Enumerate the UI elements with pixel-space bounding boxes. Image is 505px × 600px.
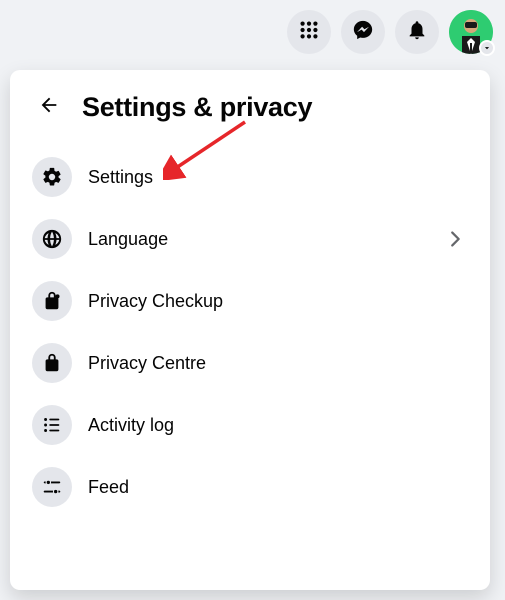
lock-heart-icon xyxy=(32,281,72,321)
bell-icon xyxy=(406,19,428,46)
panel-header: Settings & privacy xyxy=(24,88,476,126)
menu-item-privacy-checkup[interactable]: Privacy Checkup xyxy=(24,270,476,332)
lock-icon xyxy=(32,343,72,383)
list-icon xyxy=(32,405,72,445)
globe-icon xyxy=(32,219,72,259)
grid-icon xyxy=(298,19,320,46)
menu-label: Settings xyxy=(88,167,468,188)
menu-apps-button[interactable] xyxy=(287,10,331,54)
chevron-down-icon xyxy=(479,40,495,56)
messenger-icon xyxy=(352,19,374,46)
menu-list: Settings Language Privacy Checkup Privac… xyxy=(24,146,476,518)
chevron-right-icon xyxy=(442,228,468,250)
gear-icon xyxy=(32,157,72,197)
menu-label: Activity log xyxy=(88,415,468,436)
messenger-button[interactable] xyxy=(341,10,385,54)
menu-label: Language xyxy=(88,229,426,250)
arrow-left-icon xyxy=(38,94,60,121)
topbar xyxy=(287,10,493,54)
settings-privacy-panel: Settings & privacy Settings Language Pri… xyxy=(10,70,490,590)
menu-item-privacy-centre[interactable]: Privacy Centre xyxy=(24,332,476,394)
back-button[interactable] xyxy=(30,88,68,126)
menu-item-feed[interactable]: Feed xyxy=(24,456,476,518)
sliders-icon xyxy=(32,467,72,507)
menu-label: Privacy Centre xyxy=(88,353,468,374)
menu-label: Feed xyxy=(88,477,468,498)
notifications-button[interactable] xyxy=(395,10,439,54)
menu-item-activity-log[interactable]: Activity log xyxy=(24,394,476,456)
menu-item-settings[interactable]: Settings xyxy=(24,146,476,208)
menu-label: Privacy Checkup xyxy=(88,291,468,312)
profile-avatar[interactable] xyxy=(449,10,493,54)
panel-title: Settings & privacy xyxy=(82,92,312,123)
menu-item-language[interactable]: Language xyxy=(24,208,476,270)
